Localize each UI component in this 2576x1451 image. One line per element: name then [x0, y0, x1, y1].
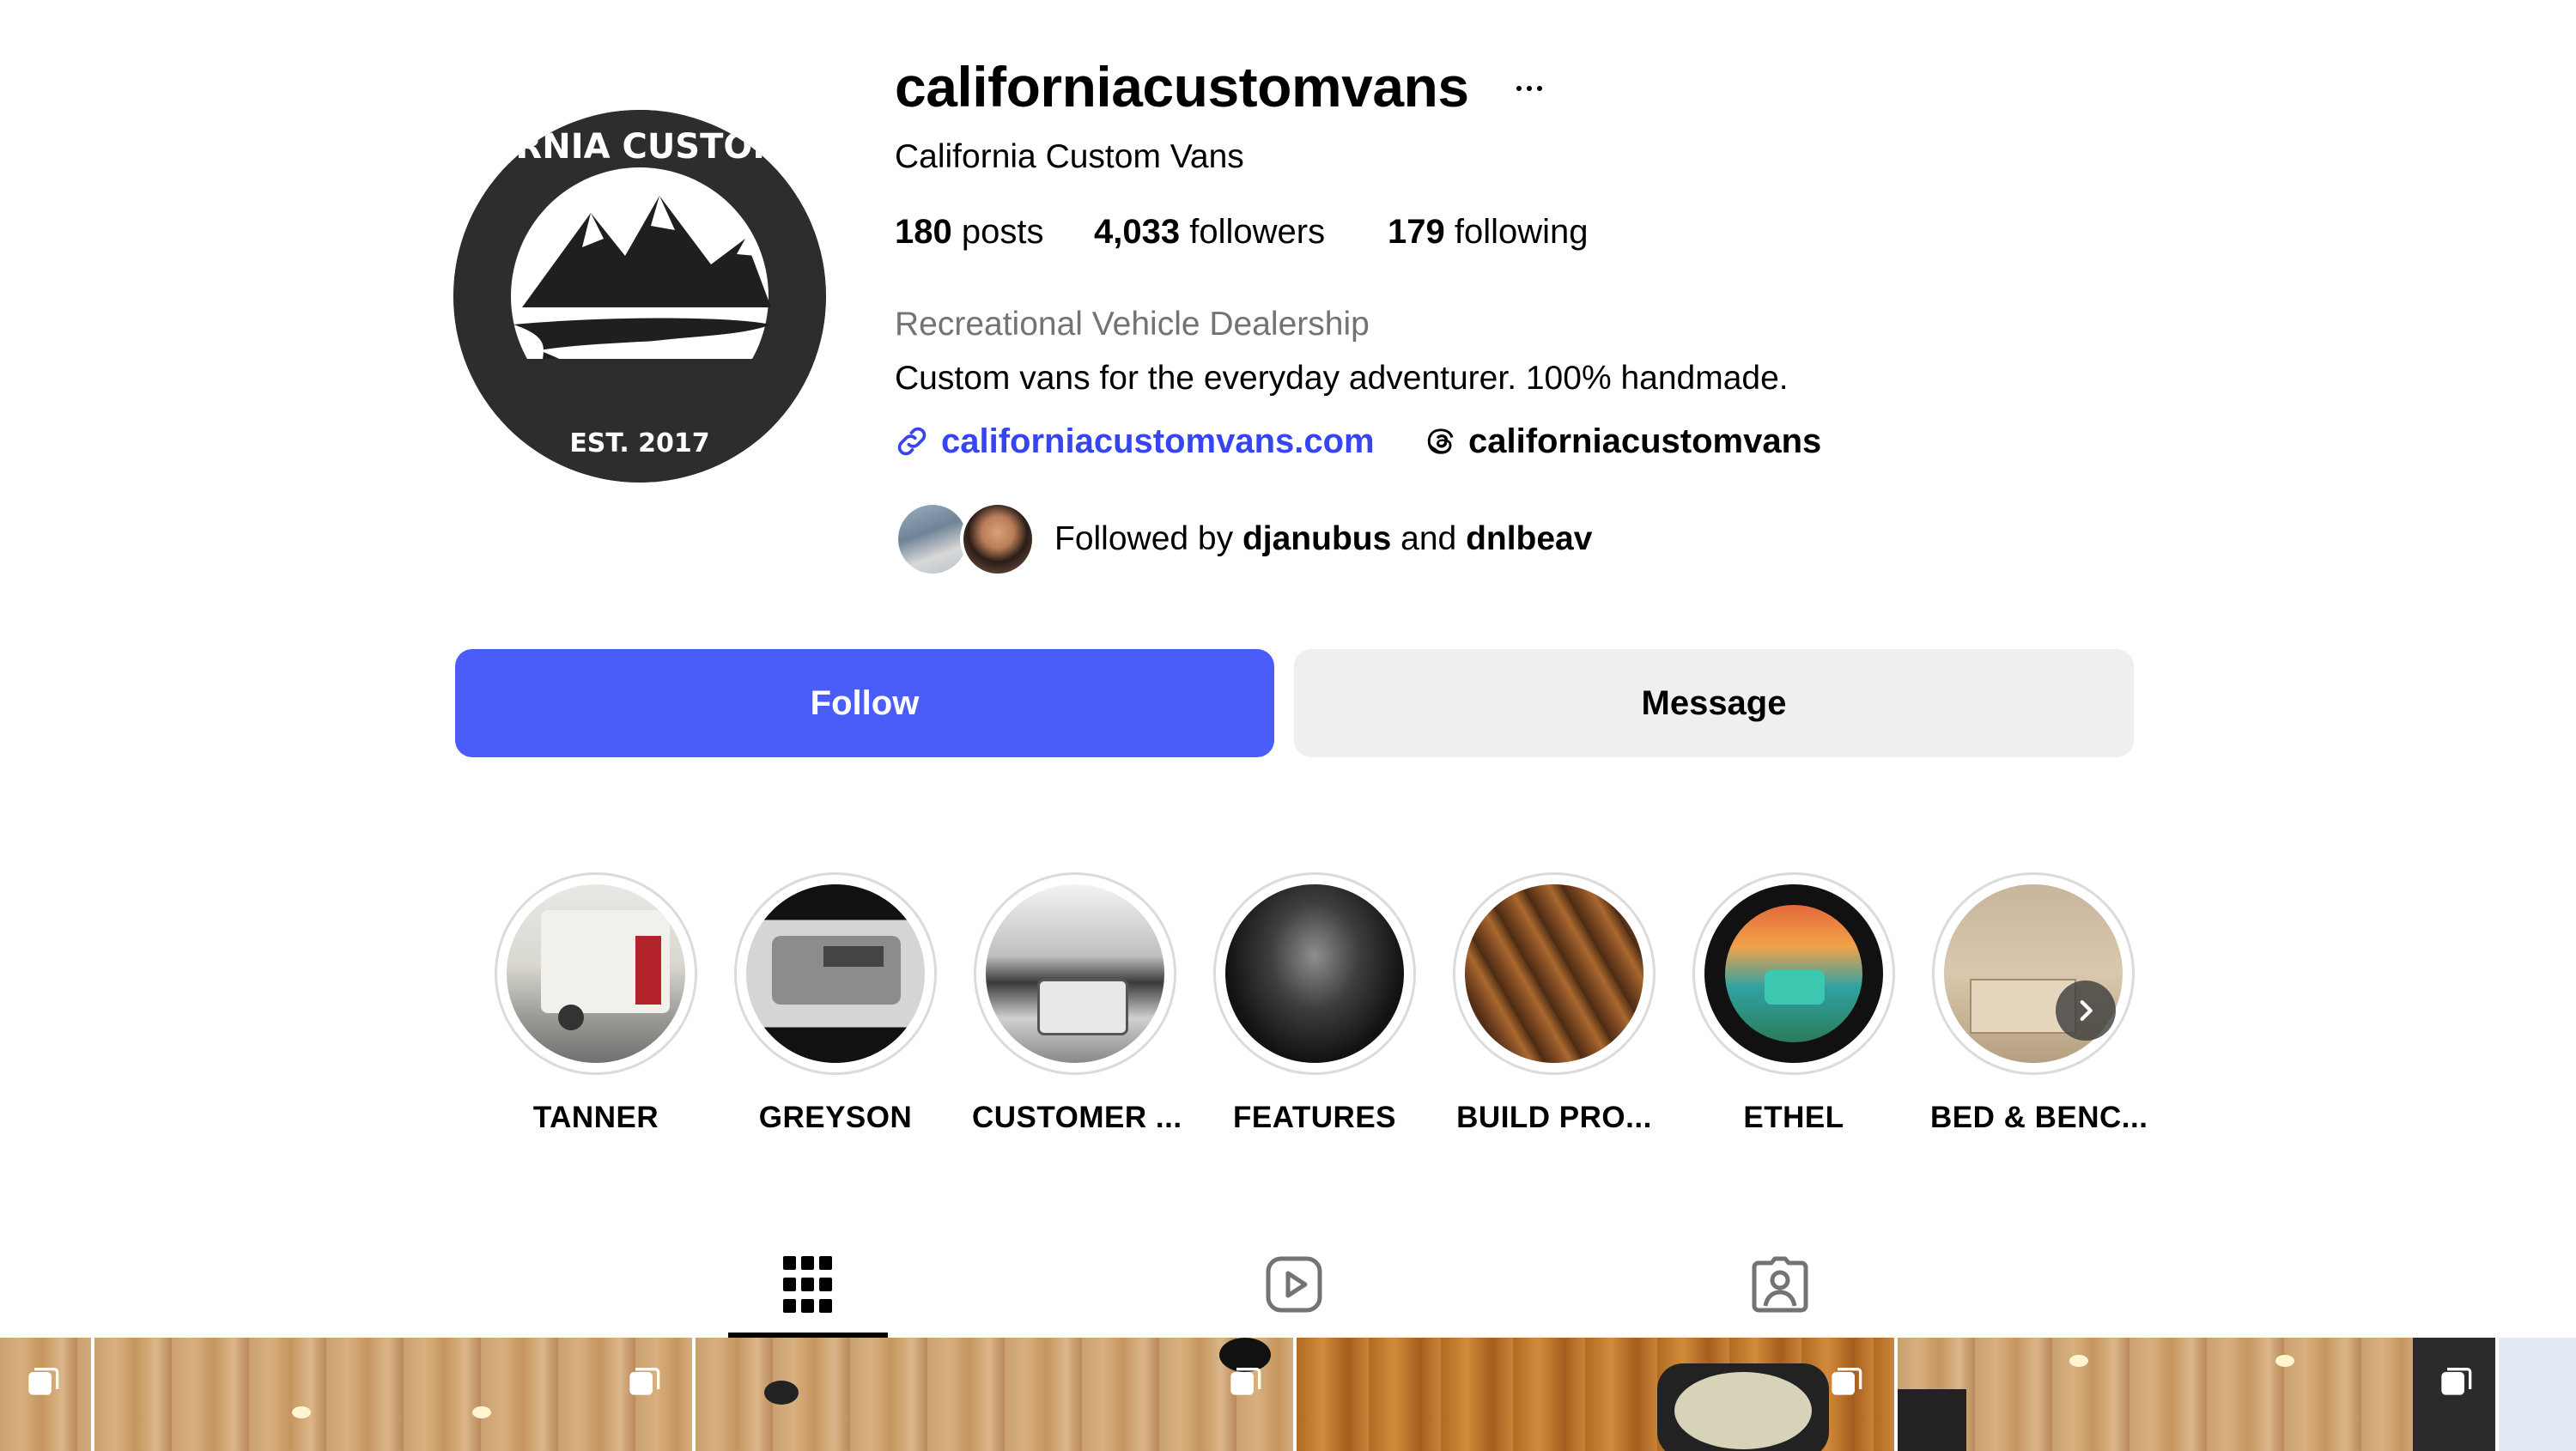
reels-icon	[1266, 1256, 1322, 1313]
posts-label: posts	[961, 213, 1044, 251]
tab-tagged[interactable]	[1700, 1236, 1860, 1333]
highlight-label: BUILD PRO...	[1456, 1101, 1652, 1134]
highlight-label: FEATURES	[1232, 1101, 1397, 1134]
more-options-icon[interactable]	[1513, 58, 1546, 118]
profile-category: Recreational Vehicle Dealership	[895, 306, 1370, 343]
followers-count: 4,033	[1094, 213, 1181, 251]
highlight-cover	[746, 884, 925, 1063]
posts-count-stat: 180 posts	[895, 211, 1043, 252]
brand-logo: CALIFORNIA CUSTOM VANS EST. 2017	[453, 110, 826, 483]
highlight-label: TANNER	[532, 1101, 659, 1134]
follower-name[interactable]: djanubus	[1242, 520, 1391, 557]
highlight-cover	[507, 884, 685, 1063]
highlight-item[interactable]: GREYSON	[732, 872, 939, 1135]
highlight-ring	[495, 872, 697, 1075]
followed-by[interactable]: Followed by djanubus and dnlbeav	[895, 500, 1592, 579]
highlight-label: ETHEL	[1743, 1101, 1844, 1134]
tab-reels[interactable]	[1214, 1236, 1374, 1333]
threads-link[interactable]: californiacustomvans	[1422, 419, 1821, 464]
chevron-right-icon	[2080, 999, 2093, 1022]
tab-posts[interactable]	[728, 1236, 888, 1338]
followers-stat[interactable]: 4,033 followers	[1094, 211, 1325, 252]
post-thumbnail[interactable]	[94, 1338, 692, 1451]
multiple-images-icon	[1230, 1368, 1261, 1395]
message-button[interactable]: Message	[1294, 649, 2134, 757]
followers-label: followers	[1189, 213, 1326, 251]
threads-icon	[1427, 428, 1454, 454]
multiple-images-icon	[629, 1368, 660, 1395]
multiple-images-icon	[1832, 1368, 1862, 1395]
post-thumbnail[interactable]	[1297, 1338, 1894, 1451]
highlight-cover	[1225, 884, 1404, 1063]
tagged-icon	[1752, 1256, 1808, 1313]
profile-avatar[interactable]: CALIFORNIA CUSTOM VANS EST. 2017	[453, 110, 826, 483]
highlight-ring	[734, 872, 937, 1075]
logo-text: CALIFORNIA CUSTOM VANS	[453, 127, 826, 167]
following-stat[interactable]: 179 following	[1388, 211, 1589, 252]
post-thumbnail[interactable]	[2499, 1338, 2576, 1451]
followed-by-connector: and	[1400, 520, 1457, 557]
profile-full-name: California Custom Vans	[895, 138, 1244, 175]
followed-by-text: Followed by djanubus and dnlbeav	[1054, 520, 1592, 558]
post-thumbnail[interactable]	[696, 1338, 1293, 1451]
follower-name[interactable]: dnlbeav	[1466, 520, 1592, 557]
following-label: following	[1454, 213, 1589, 251]
threads-handle: californiacustomvans	[1468, 422, 1822, 460]
highlight-ring	[1213, 872, 1416, 1075]
multiple-images-icon	[2441, 1368, 2472, 1395]
highlights-next-button[interactable]	[2056, 980, 2116, 1041]
post-thumbnail[interactable]	[1898, 1338, 2495, 1451]
highlight-item[interactable]: FEATURES	[1212, 872, 1418, 1135]
website-link[interactable]: californiacustomvans.com	[893, 419, 1375, 464]
following-count: 179	[1388, 213, 1445, 251]
highlight-item[interactable]: CUSTOMER ...	[972, 872, 1182, 1135]
post-thumbnail[interactable]	[0, 1338, 91, 1451]
highlight-ring	[1932, 872, 2135, 1075]
follow-button[interactable]: Follow	[455, 649, 1274, 757]
logo-est: EST. 2017	[569, 428, 709, 458]
posts-grid	[0, 1338, 2576, 1451]
highlight-cover	[1465, 884, 1643, 1063]
profile-bio: Custom vans for the everyday adventurer.…	[895, 360, 1789, 397]
highlight-label: CUSTOMER ...	[972, 1101, 1182, 1134]
highlight-ring	[1453, 872, 1656, 1075]
highlight-cover	[1704, 884, 1883, 1063]
highlight-ring	[1692, 872, 1895, 1075]
highlight-label: GREYSON	[758, 1101, 913, 1134]
follower-avatar	[960, 501, 1036, 577]
grid-icon	[783, 1256, 832, 1313]
followed-by-prefix: Followed by	[1054, 520, 1234, 557]
highlight-item[interactable]: ETHEL	[1691, 872, 1897, 1135]
highlight-label: BED & BENC...	[1930, 1101, 2148, 1134]
website-link-text: californiacustomvans.com	[941, 422, 1375, 460]
highlight-item[interactable]: TANNER	[493, 872, 699, 1135]
highlight-cover	[986, 884, 1164, 1063]
link-icon	[897, 427, 927, 456]
follower-avatar	[895, 501, 970, 577]
highlight-item[interactable]: BUILD PRO...	[1451, 872, 1657, 1135]
highlight-ring	[974, 872, 1176, 1075]
profile-username: californiacustomvans	[895, 55, 1469, 118]
multiple-images-icon	[28, 1368, 59, 1395]
posts-count: 180	[895, 213, 952, 251]
